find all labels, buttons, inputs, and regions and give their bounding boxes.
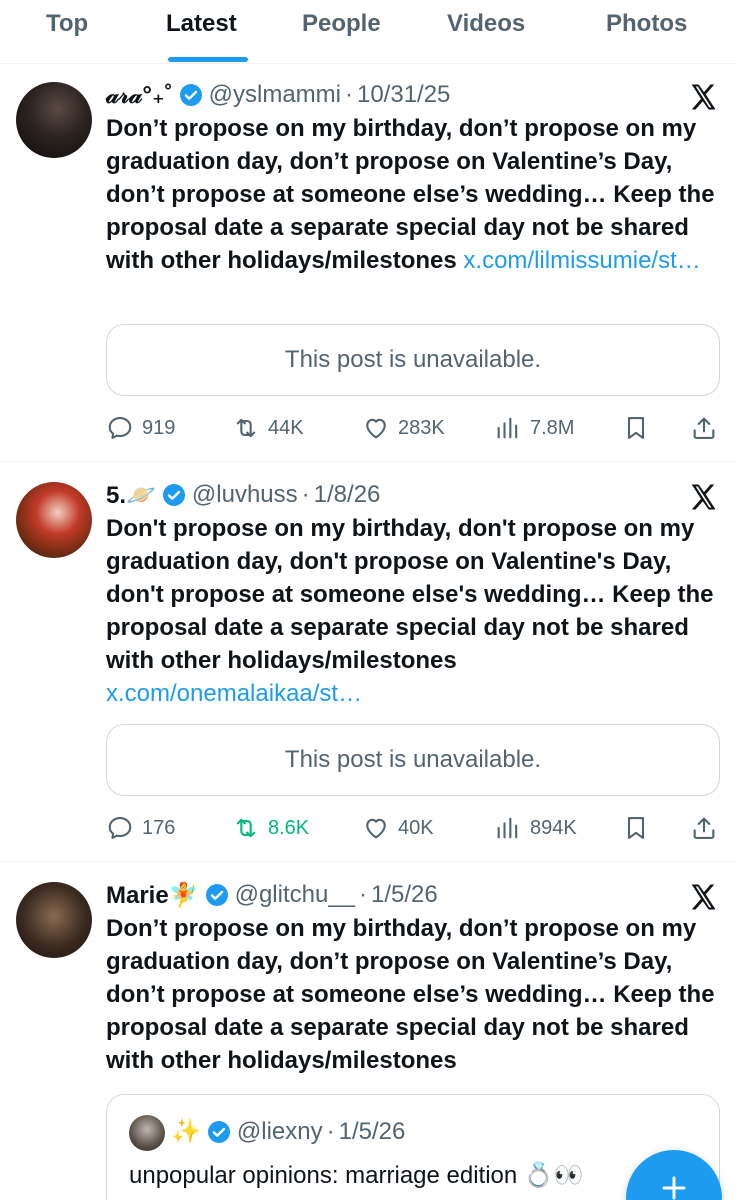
like-count: 40K (398, 816, 434, 839)
x-logo-icon (691, 484, 716, 510)
heart-icon (366, 818, 386, 839)
view-count: 7.8M (530, 416, 575, 439)
post-date[interactable]: 1/8/26 (314, 481, 381, 509)
reply-icon (108, 817, 132, 839)
unavailable-quote: This post is unavailable. (106, 724, 720, 796)
separator: · (344, 81, 353, 108)
reply-icon (108, 417, 132, 439)
like-button[interactable]: 283K (362, 408, 445, 448)
post-header: Marie🧚 @glitchu__ · 1/5/26 (106, 878, 438, 912)
post-body: Don’t propose on my birthday, don’t prop… (106, 915, 715, 1074)
repost-button[interactable]: 44K (232, 408, 304, 448)
repost-icon (236, 418, 256, 438)
heart-icon (366, 418, 386, 439)
post[interactable]: 𝒶𝓇𝒶°₊˚ @yslmammi · 10/31/25 Don’t propos… (0, 64, 736, 462)
bookmark-button[interactable] (622, 408, 650, 448)
repost-count: 8.6K (268, 816, 310, 839)
post-body: Don't propose on my birthday, don't prop… (106, 515, 714, 674)
display-name[interactable]: 5.🪐 (106, 481, 156, 510)
x-logo-icon (691, 84, 716, 110)
quote-user-handle[interactable]: @liexny (237, 1118, 323, 1146)
post-header: 5.🪐 @luvhuss · 1/8/26 (106, 478, 380, 512)
reply-count: 919 (142, 416, 176, 439)
reply-button[interactable]: 919 (106, 408, 175, 448)
tab-people[interactable]: People (302, 10, 381, 38)
post-link[interactable]: x.com/lilmissumie/st… (463, 247, 700, 274)
verified-badge-icon (205, 884, 228, 906)
share-button[interactable] (690, 408, 718, 448)
action-bar: 176 8.6K 40K 894K (0, 808, 736, 848)
repost-icon (236, 818, 256, 838)
bookmark-icon (627, 417, 645, 439)
post-text: Don’t propose on my birthday, don’t prop… (106, 112, 718, 277)
post-text: Don't propose on my birthday, don't prop… (106, 512, 718, 710)
post[interactable]: 5.🪐 @luvhuss · 1/8/26 Don't propose on m… (0, 464, 736, 862)
verified-badge-icon (207, 1120, 230, 1143)
post-text: Don’t propose on my birthday, don’t prop… (106, 912, 718, 1077)
display-name[interactable]: 𝒶𝓇𝒶°₊˚ (106, 81, 173, 110)
post-date[interactable]: 1/5/26 (371, 881, 438, 909)
separator: · (326, 1117, 335, 1145)
search-tabs: Top Latest People Videos Photos (0, 0, 736, 64)
tab-top[interactable]: Top (46, 10, 88, 38)
share-icon (693, 417, 715, 439)
quote-avatar[interactable] (129, 1115, 165, 1151)
repost-button[interactable]: 8.6K (232, 808, 309, 848)
user-handle[interactable]: @luvhuss (192, 481, 298, 509)
quote-display-name[interactable]: ✨ (171, 1117, 201, 1146)
tab-videos[interactable]: Videos (447, 10, 525, 38)
view-count: 894K (530, 816, 577, 839)
x-logo-icon (691, 884, 716, 910)
bookmark-icon (627, 817, 645, 839)
quote-header: ✨ @liexny · 1/5/26 (171, 1117, 405, 1146)
post[interactable]: Marie🧚 @glitchu__ · 1/5/26 Don’t propose… (0, 864, 736, 1200)
like-count: 283K (398, 416, 445, 439)
avatar[interactable] (16, 882, 92, 958)
action-bar: 919 44K 283K 7.8M (0, 408, 736, 448)
tab-latest[interactable]: Latest (166, 10, 237, 38)
user-handle[interactable]: @yslmammi (209, 81, 341, 109)
avatar[interactable] (16, 482, 92, 558)
repost-count: 44K (268, 416, 304, 439)
user-handle[interactable]: @glitchu__ (235, 881, 355, 909)
post-link[interactable]: x.com/onemalaikaa/st… (106, 680, 362, 707)
separator: · (301, 481, 310, 508)
display-name[interactable]: Marie🧚 (106, 881, 199, 910)
views-button[interactable]: 894K (494, 808, 577, 848)
plus-icon (662, 1176, 686, 1200)
views-icon (497, 417, 518, 439)
quote-date[interactable]: 1/5/26 (339, 1118, 406, 1146)
post-header: 𝒶𝓇𝒶°₊˚ @yslmammi · 10/31/25 (106, 78, 450, 112)
bookmark-button[interactable] (622, 808, 650, 848)
tab-photos[interactable]: Photos (606, 10, 687, 38)
unavailable-quote: This post is unavailable. (106, 324, 720, 396)
views-icon (497, 817, 518, 839)
reply-count: 176 (142, 816, 176, 839)
views-button[interactable]: 7.8M (494, 408, 574, 448)
like-button[interactable]: 40K (362, 808, 434, 848)
share-button[interactable] (690, 808, 718, 848)
avatar[interactable] (16, 82, 92, 158)
separator: · (359, 881, 368, 908)
verified-badge-icon (179, 84, 202, 106)
quote-text: unpopular opinions: marriage edition 💍👀 (129, 1162, 584, 1189)
active-tab-indicator (168, 57, 248, 62)
verified-badge-icon (162, 484, 185, 506)
reply-button[interactable]: 176 (106, 808, 175, 848)
post-date[interactable]: 10/31/25 (357, 81, 450, 109)
share-icon (693, 817, 715, 839)
